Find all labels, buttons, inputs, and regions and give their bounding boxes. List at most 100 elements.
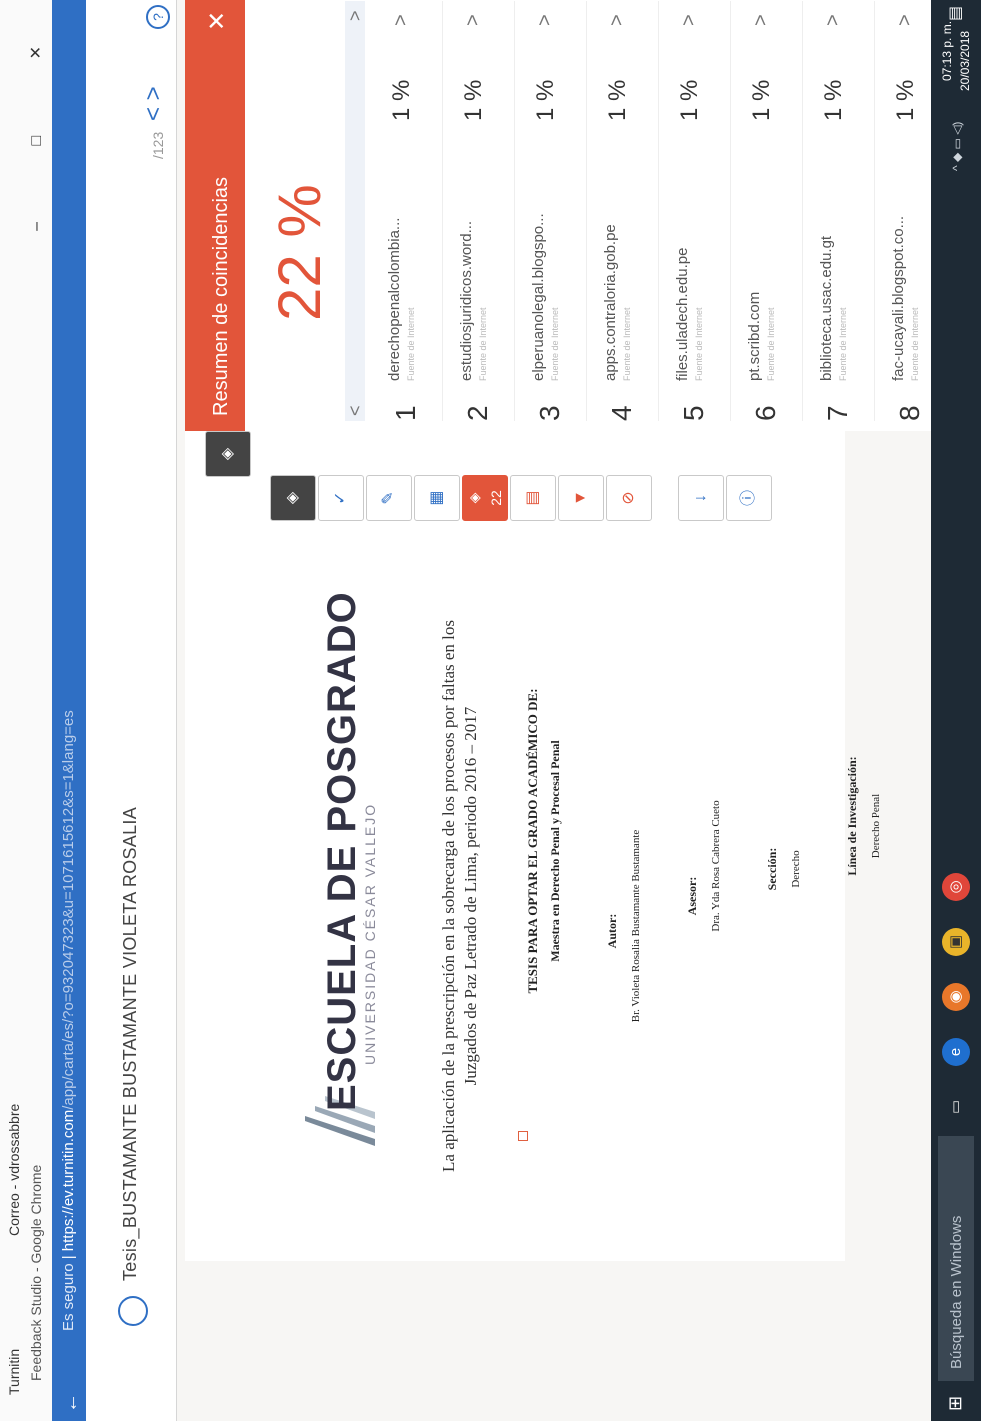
chevron-right-icon[interactable]: > xyxy=(822,14,845,26)
window-titlebar: Turnitin Correo - vdrossabbre Feedback S… xyxy=(0,0,52,1421)
thesis-title: La aplicación de la prescripción en la s… xyxy=(439,620,480,1172)
chevron-right-icon[interactable]: > xyxy=(390,14,413,26)
degree-label: TESIS PARA OPTAR EL GRADO ACADÉMICO DE: xyxy=(525,688,540,994)
document-page xyxy=(185,431,845,1261)
similarity-count: 22 xyxy=(488,490,504,506)
window-controls[interactable]: – □ ✕ xyxy=(26,10,46,231)
match-number: 8 xyxy=(894,405,925,421)
match-source: estudiosjuridicos.word... xyxy=(458,220,475,381)
match-row[interactable]: 3 elperuanolegal.blogspo... Fuente de Inte… xyxy=(516,1,587,421)
match-source-type: Fuente de Internet xyxy=(838,307,848,381)
match-row[interactable]: 5 files.uladech.edu.pe Fuente de Internet 1… xyxy=(660,1,731,421)
clock-date: 20/03/2018 xyxy=(958,30,972,91)
chrome-icon[interactable]: ◎ xyxy=(942,873,970,901)
match-source: apps.contraloria.gob.pe xyxy=(602,224,619,381)
chevron-right-icon[interactable]: > xyxy=(894,14,917,26)
match-source-type: Fuente de Internet xyxy=(910,307,920,381)
match-number: 5 xyxy=(678,405,709,421)
school-name: ESCUELA DE POSGRADO xyxy=(320,591,364,1111)
match-number: 6 xyxy=(750,405,781,421)
url-host: https://ev.turnitin.com xyxy=(60,1109,77,1252)
help-icon[interactable]: ? xyxy=(146,5,170,29)
document-title: Tesis_BUSTAMANTE BUSTAMANTE VIOLETA ROSA… xyxy=(120,806,140,1281)
research-line-label: Línea de Investigación: xyxy=(845,756,859,876)
advisor-label: Asesor: xyxy=(685,876,699,916)
section: Derecho xyxy=(790,850,802,888)
match-row[interactable]: 1 derechopenalcolombia... Fuente de Intern… xyxy=(372,1,443,421)
match-number: 3 xyxy=(534,405,565,421)
exclude-icon[interactable]: ⊘ xyxy=(606,475,652,521)
match-percent: 1 % xyxy=(388,79,415,121)
sidebar-title: Resumen de coincidencias xyxy=(210,176,232,416)
filter-bars-icon[interactable]: ▤ xyxy=(510,475,556,521)
notifications-icon[interactable]: ▤ xyxy=(945,6,965,21)
task-view-icon[interactable]: ▭ xyxy=(942,1093,970,1121)
match-source-type: Fuente de Internet xyxy=(406,307,416,381)
address-field[interactable]: Es seguro | https://ev.turnitin.com/app/… xyxy=(60,710,77,1331)
match-number: 7 xyxy=(822,405,853,421)
tab-correo[interactable]: Correo - vdrossabbre xyxy=(6,1104,22,1236)
info-icon[interactable]: ⓘ xyxy=(726,475,772,521)
check-icon[interactable]: ✓ xyxy=(318,475,364,521)
tab-turnitin[interactable]: Turnitin xyxy=(6,1349,22,1395)
edge-icon[interactable]: e xyxy=(942,1038,970,1066)
match-percent: 1 % xyxy=(460,79,487,121)
match-source: elperuanolegal.blogspo... xyxy=(530,213,547,381)
match-source: biblioteca.usac.edu.gt xyxy=(818,235,835,381)
close-icon[interactable]: ✕ xyxy=(203,11,232,31)
match-source-type: Fuente de Internet xyxy=(622,307,632,381)
match-row[interactable]: 4 apps.contraloria.gob.pe Fuente de Intern… xyxy=(588,1,659,421)
layers-icon[interactable]: ◈ xyxy=(205,431,251,477)
clock-time: 07:13 p. m. xyxy=(940,20,954,81)
prev-icon[interactable]: < xyxy=(345,405,366,416)
match-percent: 1 % xyxy=(820,79,847,121)
chevron-right-icon[interactable]: > xyxy=(534,14,557,26)
author: Br. Violeta Rosalia Bustamante Bustamant… xyxy=(630,829,642,1023)
match-source-type: Fuente de Internet xyxy=(694,307,704,381)
match-source: derechopenalcolombia... xyxy=(386,217,403,381)
match-marker-icon[interactable] xyxy=(518,1131,528,1141)
match-source: files.uladech.edu.pe xyxy=(674,247,691,381)
match-source: fac-ucayali.blogspot.co... xyxy=(890,215,907,381)
chevron-right-icon[interactable]: > xyxy=(678,14,701,26)
page-nav-icon[interactable]: < > xyxy=(140,86,168,121)
chevron-right-icon[interactable]: > xyxy=(462,14,485,26)
screen: Turnitin Correo - vdrossabbre Feedback S… xyxy=(0,0,981,1421)
match-source-type: Fuente de Internet xyxy=(478,307,488,381)
match-source: pt.scribd.com xyxy=(746,291,763,381)
layers-small-icon[interactable]: ◈ xyxy=(270,475,316,521)
match-number: 2 xyxy=(462,405,493,421)
download-icon[interactable]: ↓ xyxy=(678,475,724,521)
overall-similarity: 22 % xyxy=(266,184,333,321)
back-arrow-icon[interactable]: ← xyxy=(60,1393,83,1413)
page-counter: /123 xyxy=(150,131,166,159)
match-percent: 1 % xyxy=(532,79,559,121)
chevron-right-icon[interactable]: > xyxy=(606,14,629,26)
filter-icon[interactable]: ▼ xyxy=(558,475,604,521)
author-label: Autor: xyxy=(605,913,619,949)
match-number: 4 xyxy=(606,405,637,421)
similarity-button[interactable]: ◈ 22 xyxy=(462,475,508,521)
match-row[interactable]: 6 pt.scribd.com Fuente de Internet 1 % > xyxy=(732,1,803,421)
taskbar-search-text: Búsqueda en Windows xyxy=(948,1215,965,1369)
match-source-type: Fuente de Internet xyxy=(766,307,776,381)
research-line: Derecho Penal xyxy=(870,793,882,859)
edit-icon[interactable]: ✎ xyxy=(366,475,412,521)
windows-start-icon[interactable]: ⊞ xyxy=(945,1396,966,1411)
window-title: Feedback Studio - Google Chrome xyxy=(28,1164,44,1381)
advisor: Dra. Yda Rosa Cabrera Cueto xyxy=(710,800,722,932)
match-percent: 1 % xyxy=(748,79,775,121)
grid-icon[interactable]: ▦ xyxy=(414,475,460,521)
match-row[interactable]: 2 estudiosjuridicos.word... Fuente de Inte… xyxy=(444,1,515,421)
url-path: /app/carta/es/?o=932047323&u=1071615612&… xyxy=(60,710,77,1110)
next-icon[interactable]: > xyxy=(345,10,366,21)
file-explorer-icon[interactable]: ▣ xyxy=(942,928,970,956)
match-row[interactable]: 7 biblioteca.usac.edu.gt Fuente de Interne… xyxy=(804,1,875,421)
chevron-right-icon[interactable]: > xyxy=(750,14,773,26)
section-label: Sección: xyxy=(765,847,779,891)
match-number: 1 xyxy=(390,405,421,421)
firefox-icon[interactable]: ◉ xyxy=(942,983,970,1011)
system-tray[interactable]: ^ ◆ ▭ ◁) xyxy=(950,122,964,171)
secure-label: Es seguro xyxy=(60,1263,77,1331)
match-percent: 1 % xyxy=(604,79,631,121)
